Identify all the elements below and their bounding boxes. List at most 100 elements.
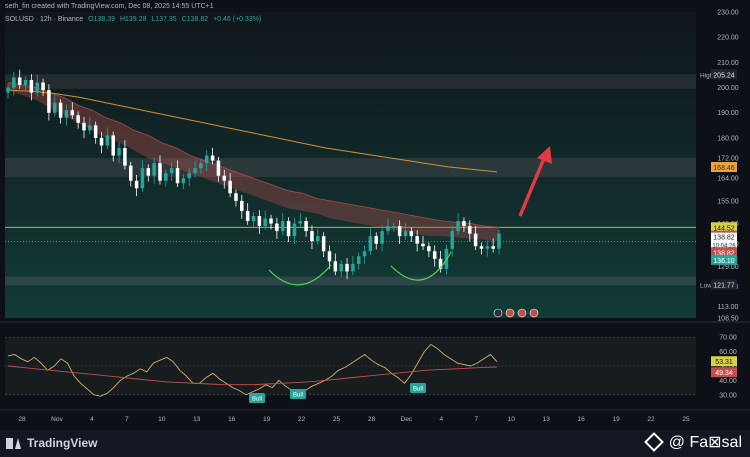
candle-body [468, 226, 472, 234]
candle-body [93, 125, 98, 138]
price-tick-label: 113.00 [718, 304, 739, 311]
candle-body [234, 193, 238, 201]
time-tick-label: 4 [90, 416, 94, 423]
candle-body [497, 233, 501, 249]
tradingview-logo[interactable]: TradingView [6, 436, 97, 450]
bull-badge-label: Bull [413, 387, 423, 393]
candle-body [216, 160, 221, 176]
candle-body [321, 236, 326, 252]
rsi-current-label: 53.31 [715, 359, 733, 366]
candle-body [64, 110, 69, 118]
time-tick-label: 22 [298, 416, 306, 423]
candle-body [491, 246, 495, 249]
candle-body [280, 221, 285, 232]
candle-body [152, 163, 156, 176]
candle-body [12, 77, 16, 88]
candle-body [204, 155, 209, 164]
rsi-tick-label: 30.00 [719, 392, 737, 399]
candle-body [111, 135, 115, 156]
candle-body [386, 226, 390, 232]
candle-body [128, 165, 133, 181]
candle-body [368, 236, 373, 252]
open-value: O138.39 [88, 16, 116, 23]
candle-body [327, 251, 332, 262]
time-tick-label: 7 [475, 416, 479, 423]
candle-body [193, 168, 197, 174]
candle-body [140, 168, 145, 189]
chart-root: 230.00 220.00 210.00 200.00 190.00 180.00 172.… [0, 0, 750, 457]
price-tick-label: 129.00 [717, 264, 739, 271]
candle-body [181, 178, 186, 184]
price-tick-label: 230.00 [717, 10, 739, 17]
candle-body [310, 231, 314, 242]
event-icon [505, 308, 515, 318]
candle-body [345, 263, 349, 272]
time-tick-label: 19 [612, 416, 620, 423]
change-value: +0.46 (+0.33%) [213, 16, 262, 23]
time-tick-label: 13 [193, 416, 201, 423]
candle-body [421, 243, 425, 247]
candle-body [485, 246, 490, 249]
candle-body [23, 80, 28, 86]
sparkle-icon [643, 432, 664, 452]
time-tick-label: 13 [543, 416, 551, 423]
high-zone [5, 74, 696, 89]
event-icon [493, 308, 503, 318]
candle-body [269, 218, 273, 224]
candle-body [415, 236, 419, 244]
time-tick-label: 28 [18, 416, 26, 423]
target-price-label: 168.46 [713, 165, 735, 172]
candle-body [392, 226, 396, 228]
high-price-label: 205.24 [713, 72, 735, 79]
event-icon [529, 308, 539, 318]
candle-body [70, 110, 75, 116]
candle-body [17, 77, 22, 86]
candle-body [164, 173, 168, 181]
candle-body [88, 125, 92, 131]
candle-body [175, 168, 180, 184]
candle-body [397, 226, 402, 237]
time-tick-label: 10 [158, 416, 166, 423]
footer-bar: TradingView @ Fa⊠sal [0, 430, 750, 457]
candle-body [462, 221, 466, 227]
price-tick-label: 200.00 [717, 85, 739, 92]
time-tick-label: 19 [263, 416, 271, 423]
candle-body [146, 168, 151, 176]
candle-body [292, 223, 297, 237]
candle-body [134, 180, 139, 189]
candle-body [333, 261, 338, 272]
candle-body [29, 80, 34, 93]
time-tick-label: 25 [333, 416, 341, 423]
symbol-name[interactable]: SOLUSD · 12h · Binance [5, 16, 83, 23]
time-tick-label: 7 [125, 416, 129, 423]
candle-body [450, 231, 454, 249]
candle-body [257, 216, 262, 227]
candle-body [298, 221, 303, 224]
candle-body [473, 233, 478, 247]
author-watermark: @ Fa⊠sal [643, 432, 742, 452]
candle-body [210, 155, 215, 161]
price-tick-label: 172.00 [717, 156, 739, 163]
time-tick-label: Dec [401, 416, 413, 423]
price-chart[interactable]: 230.00 220.00 210.00 200.00 190.00 180.00 172.… [0, 0, 750, 430]
candle-body [187, 173, 191, 179]
candle-body [251, 216, 256, 222]
candle-body [245, 210, 250, 222]
candle-body [304, 221, 308, 232]
resistance-zone [5, 158, 696, 177]
candle-body [123, 148, 127, 166]
time-tick-label: Nov [51, 416, 63, 423]
price-tick-label: 164.00 [717, 176, 739, 183]
support-zone [5, 276, 696, 286]
low-price-label: 121.77 [713, 283, 735, 290]
candle-body [356, 256, 361, 264]
credit-line: seth_fin created with TradingView.com, D… [5, 3, 214, 10]
candle-body [41, 82, 45, 91]
candle-body [105, 135, 110, 146]
candle-body [339, 263, 343, 272]
candle-body [199, 163, 203, 169]
candle-body [58, 102, 63, 118]
brand-label: TradingView [27, 436, 98, 450]
candle-body [158, 163, 162, 181]
time-tick-label: 16 [228, 416, 236, 423]
